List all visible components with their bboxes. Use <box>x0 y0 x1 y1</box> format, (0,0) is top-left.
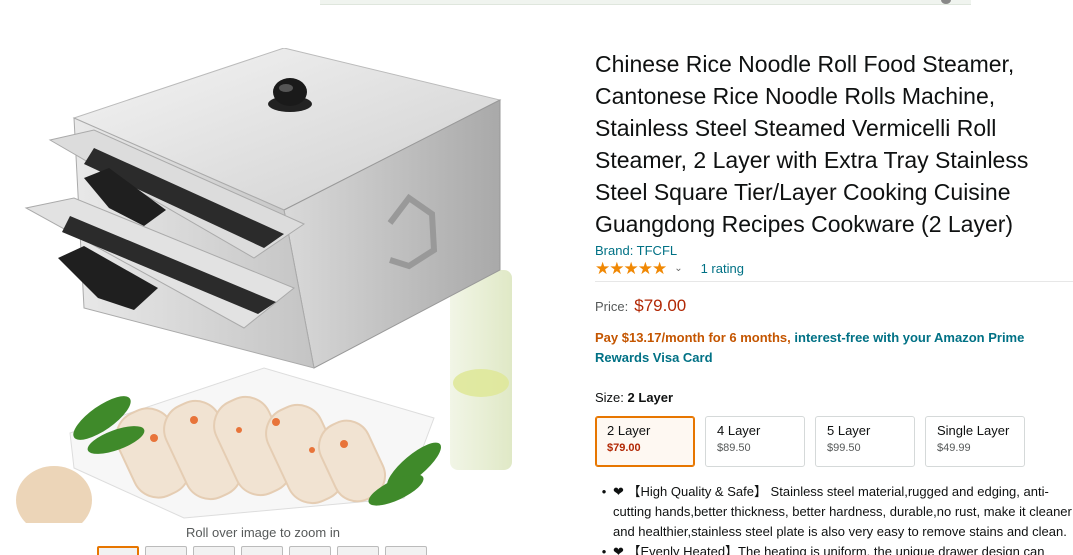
product-details: Chinese Rice Noodle Roll Food Steamer, C… <box>595 48 1073 555</box>
thumbnail[interactable] <box>193 546 235 555</box>
price-value: $79.00 <box>634 296 687 315</box>
size-option-price: $49.99 <box>937 442 971 454</box>
size-option-price: $79.00 <box>607 442 641 454</box>
rating-row: ★★★★★ ⌄ 1 rating <box>595 259 1073 282</box>
size-option-2-layer[interactable]: 2 Layer $79.00 <box>595 416 695 467</box>
brand-link[interactable]: Brand: TFCFL <box>595 243 1073 258</box>
steamer-illustration <box>16 48 512 523</box>
size-option-name: Single Layer <box>937 423 1010 438</box>
thumbnail[interactable] <box>241 546 283 555</box>
thumbnail[interactable] <box>289 546 331 555</box>
banner-icon <box>941 0 951 4</box>
size-option-price: $89.50 <box>717 442 751 454</box>
thumbnail[interactable] <box>145 546 187 555</box>
size-option-name: 2 Layer <box>607 423 651 438</box>
zoom-hint: Roll over image to zoom in <box>186 525 340 540</box>
list-item: • ❤ 【Evenly Heated】The heating is unifor… <box>595 542 1073 555</box>
financing-promo[interactable]: Pay $13.17/month for 6 months, interest-… <box>595 328 1073 368</box>
bullet-text: ❤ 【Evenly Heated】The heating is uniform,… <box>613 544 1045 555</box>
thumbnail[interactable] <box>385 546 427 555</box>
price-row: Price: $79.00 <box>595 296 1073 316</box>
rating-count-link[interactable]: 1 rating <box>701 261 744 276</box>
thumbnail[interactable] <box>337 546 379 555</box>
size-options: 2 Layer $79.00 4 Layer $89.50 5 Layer $9… <box>595 416 1073 467</box>
size-selected-value: 2 Layer <box>627 390 674 405</box>
size-option-name: 5 Layer <box>827 423 871 438</box>
top-banner-strip <box>320 0 971 5</box>
size-label: Size: 2 Layer <box>595 390 1073 405</box>
size-option-single-layer[interactable]: Single Layer $49.99 <box>925 416 1025 467</box>
price-label: Price: <box>595 299 629 314</box>
product-title: Chinese Rice Noodle Roll Food Steamer, C… <box>595 51 1029 237</box>
thumbnail-strip <box>97 546 427 555</box>
thumbnail[interactable] <box>97 546 139 555</box>
size-option-5-layer[interactable]: 5 Layer $99.50 <box>815 416 915 467</box>
size-option-name: 4 Layer <box>717 423 761 438</box>
size-label-text: Size: <box>595 390 624 405</box>
feature-bullets: • ❤ 【High Quality & Safe】 Stainless stee… <box>595 482 1073 555</box>
size-option-price: $99.50 <box>827 442 861 454</box>
bullet-text: ❤ 【High Quality & Safe】 Stainless steel … <box>613 484 1072 539</box>
bullet-dot: • <box>601 544 607 555</box>
main-product-image[interactable] <box>14 48 512 523</box>
chevron-down-icon[interactable]: ⌄ <box>674 263 682 274</box>
bullet-dot: • <box>601 484 607 499</box>
size-option-4-layer[interactable]: 4 Layer $89.50 <box>705 416 805 467</box>
star-rating-icon[interactable]: ★★★★★ <box>595 259 667 279</box>
list-item: • ❤ 【High Quality & Safe】 Stainless stee… <box>595 482 1073 542</box>
promo-monthly: Pay $13.17/month for 6 months, <box>595 330 791 345</box>
